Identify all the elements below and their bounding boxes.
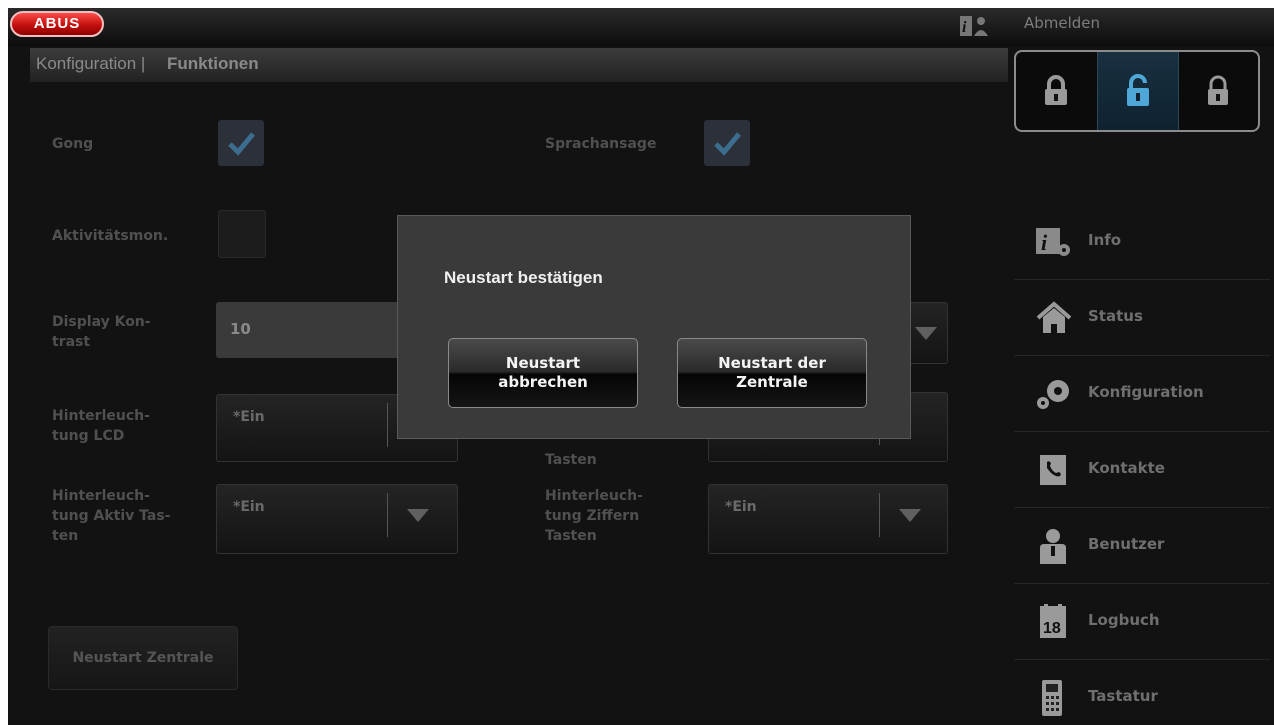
chevron-down-icon — [407, 509, 429, 522]
sidebar-item-tastatur[interactable]: Tastatur — [1014, 660, 1270, 725]
top-bar: ABUS i Abmelden — [8, 8, 1274, 46]
sidebar-item-label: Info — [1088, 231, 1122, 249]
active-keys-label: Hinterleuch-tung Aktiv Tas-ten — [52, 488, 171, 544]
title-bar: Konfiguration | Funktionen — [30, 48, 1008, 82]
lock-closed-button[interactable] — [1016, 52, 1096, 130]
sidebar-item-label: Konfiguration — [1088, 383, 1204, 401]
restart-control-button[interactable]: Neustart Zentrale — [48, 626, 238, 690]
lock-open-button[interactable] — [1178, 52, 1258, 130]
page-title: Funktionen — [167, 54, 259, 73]
sidebar-item-info[interactable]: i Info — [1014, 204, 1270, 280]
lock-partial-button[interactable] — [1097, 52, 1179, 130]
info-icon: i — [1034, 224, 1074, 260]
app-screen: ABUS i Abmelden Konfiguration | Funktion… — [8, 8, 1274, 725]
breadcrumb-section[interactable]: Konfiguration | — [36, 54, 145, 74]
digit-keys-select[interactable]: *Ein — [708, 484, 948, 554]
svg-text:18: 18 — [1043, 620, 1061, 637]
sidebar-item-label: Kontakte — [1088, 459, 1165, 477]
speech-checkbox[interactable] — [704, 120, 750, 166]
checkmark-icon — [714, 132, 741, 156]
sidebar-item-label: Tastatur — [1088, 687, 1158, 705]
right-mid-label: Tasten — [545, 452, 597, 468]
lock-closed-icon — [1045, 75, 1067, 105]
gears-icon — [1034, 376, 1074, 412]
sidebar-item-label: Status — [1088, 307, 1143, 325]
arming-panel — [1014, 50, 1260, 132]
lcd-label: Hinterleuch-tung LCD — [52, 408, 150, 444]
lock-open-icon — [1208, 75, 1228, 105]
cancel-restart-button[interactable]: Neustart abbrechen — [448, 338, 638, 408]
lock-partial-icon — [1127, 74, 1149, 106]
contrast-input[interactable]: 10 — [216, 302, 416, 358]
checkmark-icon — [228, 132, 255, 156]
help-icon[interactable]: i — [960, 14, 990, 38]
gong-checkbox[interactable] — [218, 120, 264, 166]
sidebar-item-logbuch[interactable]: 18 Logbuch — [1014, 584, 1270, 660]
confirm-restart-button[interactable]: Neustart der Zentrale — [677, 338, 867, 408]
home-icon — [1034, 300, 1074, 336]
chevron-down-icon — [899, 509, 921, 522]
chevron-down-icon — [915, 327, 937, 340]
dialog-title: Neustart bestätigen — [444, 268, 603, 287]
logout-link[interactable]: Abmelden — [1024, 14, 1100, 32]
activity-label: Aktivitätsmon. — [52, 228, 169, 244]
activity-checkbox[interactable] — [218, 210, 266, 258]
user-icon — [1034, 528, 1074, 564]
sidebar-item-status[interactable]: Status — [1014, 280, 1270, 356]
keypad-icon — [1034, 680, 1074, 716]
svg-text:i: i — [1041, 230, 1048, 255]
svg-text:i: i — [962, 19, 967, 36]
sidebar-item-label: Benutzer — [1088, 535, 1165, 553]
calendar-icon: 18 — [1034, 604, 1074, 640]
restart-confirm-dialog: Neustart bestätigen Neustart abbrechen Ne… — [397, 215, 911, 439]
abus-logo: ABUS — [10, 11, 104, 37]
active-keys-value: *Ein — [233, 499, 265, 515]
digit-keys-value: *Ein — [725, 499, 757, 515]
sidebar: i Info Status Konfiguration Kontakte Ben… — [1014, 204, 1270, 725]
speech-label: Sprachansage — [545, 136, 657, 152]
gong-label: Gong — [52, 136, 94, 152]
contrast-value: 10 — [230, 320, 251, 338]
lcd-value: *Ein — [233, 409, 265, 425]
phone-book-icon — [1034, 452, 1074, 488]
sidebar-item-kontakte[interactable]: Kontakte — [1014, 432, 1270, 508]
active-keys-select[interactable]: *Ein — [216, 484, 458, 554]
contrast-label: Display Kon-trast — [52, 314, 151, 350]
sidebar-item-label: Logbuch — [1088, 611, 1160, 629]
sidebar-item-konfiguration[interactable]: Konfiguration — [1014, 356, 1270, 432]
sidebar-item-benutzer[interactable]: Benutzer — [1014, 508, 1270, 584]
digit-keys-label: Hinterleuch-tung Ziffern Tasten — [545, 488, 643, 544]
